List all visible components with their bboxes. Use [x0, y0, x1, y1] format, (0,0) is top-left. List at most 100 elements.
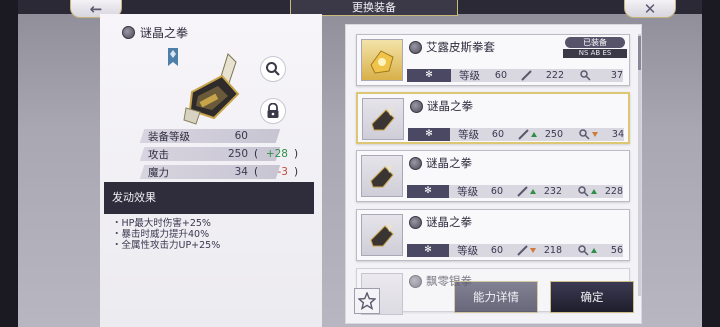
wand-icon — [579, 129, 590, 140]
fist-weapon-type-icon — [409, 156, 422, 170]
item-stat-bar: ✻ 等级 60 250 34 — [408, 128, 624, 141]
item-name: 谜晶之拳 — [426, 156, 472, 170]
item-thumbnail — [361, 39, 403, 81]
level-label: 等级 — [458, 129, 480, 141]
scrollbar-track[interactable] — [638, 34, 641, 296]
magic-value: 228 — [604, 186, 624, 197]
stat-label: 攻击 — [148, 148, 169, 161]
item-name: 谜晶之拳 — [426, 215, 472, 229]
decrease-arrow-icon — [592, 132, 599, 137]
increase-arrow-icon — [530, 189, 537, 194]
stat-value: 34 — [234, 166, 248, 178]
star-icon — [358, 292, 376, 310]
confirm-button[interactable]: 确定 — [550, 281, 634, 313]
stat-row-attack: 攻击 250 ( +28 ) — [139, 147, 304, 161]
close-icon: ✕ — [643, 0, 657, 18]
inspect-button[interactable] — [260, 56, 286, 82]
item-name-row: 谜晶之拳 — [409, 155, 472, 171]
fist-weapon-type-icon — [410, 99, 423, 113]
element-icon: ✻ — [407, 244, 450, 257]
equipment-card[interactable]: 艾露皮斯拳套 已装备 NS AB ES ✻ 等级 60 222 37 — [356, 34, 630, 86]
effect-line: ・HP最大时伤害+25% — [112, 218, 211, 229]
level-label: 等级 — [457, 245, 479, 257]
wand-icon — [578, 245, 589, 256]
sword-icon — [518, 129, 529, 140]
sword-icon — [517, 186, 528, 197]
close-button[interactable]: ✕ — [624, 0, 676, 18]
level-value: 60 — [491, 129, 505, 140]
fist-weapon-type-icon — [409, 40, 422, 54]
fist-weapon-type-icon — [122, 26, 135, 39]
scrollbar-thumb[interactable] — [638, 36, 641, 70]
magic-value: 34 — [611, 129, 625, 140]
stat-value: 60 — [234, 130, 248, 142]
gold-gauntlet-icon — [370, 50, 394, 74]
item-name-row: 谜晶之拳 — [410, 98, 473, 114]
crystal-fist-icon — [371, 106, 395, 131]
stat-label: 魔力 — [148, 166, 169, 179]
left-edge — [0, 0, 18, 327]
fist-weapon-type-icon — [409, 215, 422, 229]
equipment-card[interactable]: 谜晶之拳 ✻ 等级 60 218 56 — [356, 209, 630, 261]
fist-weapon-type-icon — [409, 274, 422, 288]
effect-line: ・全属性攻击力UP+25% — [112, 240, 221, 251]
stat-paren-close: ) — [293, 166, 299, 178]
favorite-filter-button[interactable] — [354, 288, 380, 314]
equipment-card[interactable]: 谜晶之拳 ✻ 等级 60 232 228 — [356, 150, 630, 202]
stat-row-magic: 魔力 34 ( -3 ) — [139, 165, 304, 179]
level-label: 等级 — [459, 70, 480, 82]
crystal-fist-icon — [370, 222, 394, 247]
level-label: 等级 — [457, 186, 479, 198]
sword-icon — [517, 245, 528, 256]
stat-row-equip-level: 装备等级 60 — [139, 129, 281, 143]
wand-icon — [578, 186, 589, 197]
increase-arrow-icon — [591, 189, 598, 194]
element-icon: ✻ — [408, 128, 451, 141]
ability-details-button[interactable]: 能力详情 — [454, 281, 538, 313]
crystal-fist-icon — [370, 163, 394, 188]
stat-delta: +28 — [265, 148, 288, 160]
stat-paren-open: ( — [253, 148, 259, 160]
fist-weapon-image — [183, 53, 240, 125]
item-name: 谜晶之拳 — [140, 26, 189, 40]
magic-value: 56 — [610, 245, 624, 256]
stat-paren-close: ) — [293, 148, 299, 160]
equipped-badge: 已装备 — [565, 37, 625, 48]
item-name: 艾露皮斯拳套 — [426, 40, 495, 54]
magnifier-icon — [266, 62, 280, 76]
equipment-card-selected[interactable]: 谜晶之拳 ✻ 等级 60 250 34 — [356, 92, 630, 144]
item-name-row: 谜晶之拳 — [122, 24, 188, 41]
effect-header: 发动效果 — [104, 182, 314, 214]
attack-value: 222 — [545, 70, 564, 81]
stat-label: 装备等级 — [148, 130, 190, 143]
level-value: 60 — [494, 70, 507, 81]
increase-arrow-icon — [591, 248, 598, 253]
item-name-row: 艾露皮斯拳套 — [409, 39, 495, 55]
wand-icon — [580, 70, 591, 81]
item-stat-bar: ✻ 等级 60 218 56 — [407, 244, 623, 257]
stat-value: 250 — [227, 148, 248, 160]
item-name-row: 谜晶之拳 — [409, 214, 472, 230]
right-edge — [702, 0, 720, 327]
item-stat-bar: ✻ 等级 60 232 228 — [407, 185, 623, 198]
lock-icon — [267, 103, 279, 118]
item-thumbnail — [361, 155, 403, 197]
item-name: 谜晶之拳 — [427, 99, 473, 113]
decrease-arrow-icon — [530, 248, 537, 253]
effect-line: ・暴击时威力提升40% — [112, 229, 210, 240]
item-thumbnail — [361, 214, 403, 256]
attack-value: 218 — [543, 245, 563, 256]
stat-paren-open: ( — [253, 166, 259, 178]
lock-button[interactable] — [260, 98, 286, 124]
effect-list: ・HP最大时伤害+25% ・暴击时威力提升40% ・全属性攻击力UP+25% — [112, 218, 220, 251]
increase-arrow-icon — [531, 132, 538, 137]
element-icon: ✻ — [407, 185, 450, 198]
item-stat-bar: ✻ 等级 60 222 37 — [407, 69, 623, 82]
stat-delta: -3 — [277, 166, 288, 178]
element-icon: ✻ — [407, 69, 451, 82]
magic-value: 37 — [610, 70, 623, 81]
level-value: 60 — [490, 186, 504, 197]
sword-icon — [521, 70, 532, 81]
attack-value: 232 — [543, 186, 563, 197]
equipped-slot-tags: NS AB ES — [563, 49, 627, 58]
